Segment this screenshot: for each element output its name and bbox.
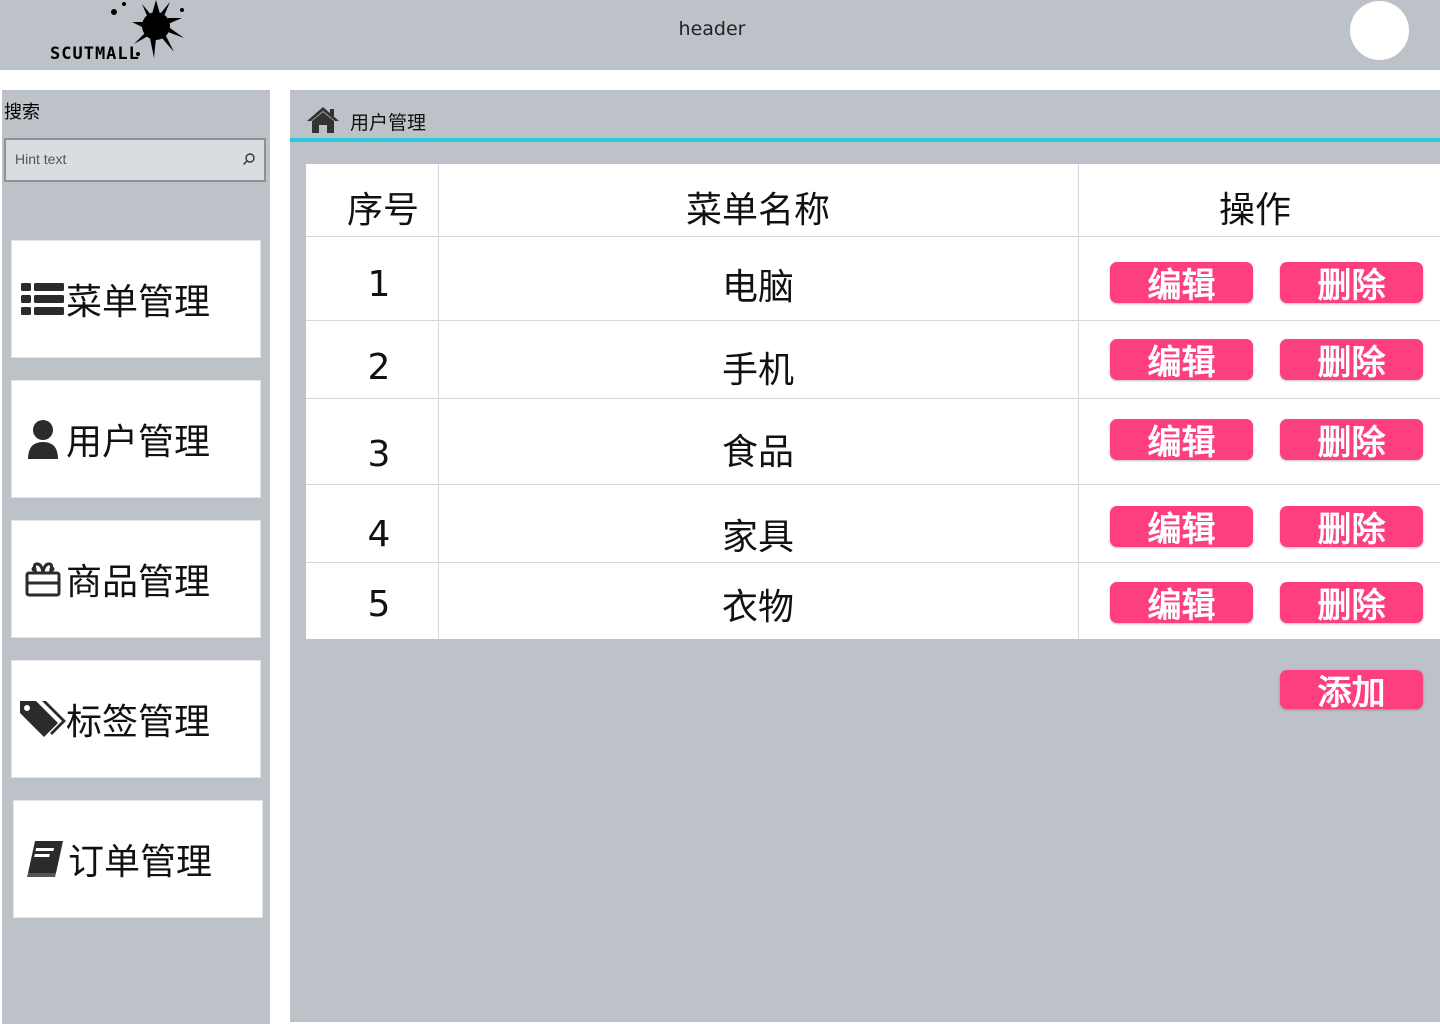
delete-button[interactable]: 删除 — [1280, 262, 1423, 306]
delete-button[interactable]: 删除 — [1280, 506, 1423, 550]
sidebar-item-label: 用户管理 — [66, 422, 211, 463]
sidebar: 搜索 菜单管理 — [2, 90, 270, 1024]
breadcrumb: 用户管理 — [306, 104, 426, 135]
row-name: 手机 — [721, 350, 794, 391]
edit-button[interactable]: 编辑 — [1110, 419, 1253, 463]
edit-button[interactable]: 编辑 — [1110, 339, 1253, 383]
gift-icon — [20, 559, 66, 599]
menu-table: 序号 菜单名称 操作 1 电脑 编辑 删除 2 手机 编辑 删除 3 食品 编辑… — [306, 164, 1440, 639]
column-header-index: 序号 — [346, 190, 419, 231]
sidebar-item-label: 菜单管理 — [66, 282, 211, 323]
sidebar-item-users[interactable]: 用户管理 — [11, 380, 261, 498]
sidebar-item-products[interactable]: 商品管理 — [11, 520, 261, 638]
tags-icon — [20, 699, 66, 739]
row-name: 食品 — [721, 432, 794, 473]
sidebar-item-label: 订单管理 — [68, 842, 213, 883]
search-input[interactable] — [15, 144, 235, 174]
sidebar-item-label: 商品管理 — [66, 562, 211, 603]
row-name: 衣物 — [721, 587, 794, 628]
search-icon[interactable] — [242, 152, 256, 166]
logo-text: SCUTMALL — [50, 44, 140, 64]
breadcrumb-divider — [290, 138, 1440, 142]
search-box — [4, 138, 266, 182]
delete-button[interactable]: 删除 — [1280, 582, 1423, 626]
row-name: 电脑 — [721, 267, 794, 308]
user-icon — [20, 419, 66, 459]
sidebar-item-tags[interactable]: 标签管理 — [11, 660, 261, 778]
header-bar: SCUTMALL header — [0, 0, 1440, 70]
column-header-name: 菜单名称 — [685, 190, 830, 231]
list-icon — [20, 279, 66, 319]
breadcrumb-current: 用户管理 — [350, 112, 427, 134]
edit-button[interactable]: 编辑 — [1110, 506, 1253, 550]
edit-button[interactable]: 编辑 — [1110, 262, 1253, 306]
sidebar-item-label: 标签管理 — [66, 702, 211, 743]
delete-button[interactable]: 删除 — [1280, 339, 1423, 383]
sidebar-item-menu[interactable]: 菜单管理 — [11, 240, 261, 358]
edit-button[interactable]: 编辑 — [1110, 582, 1253, 626]
row-index: 5 — [367, 583, 391, 625]
column-header-actions: 操作 — [1218, 190, 1291, 231]
header-title: header — [678, 18, 746, 40]
book-icon — [22, 839, 68, 879]
row-index: 1 — [367, 263, 391, 305]
main-content: 用户管理 序号 菜单名称 操作 1 电脑 编辑 删除 2 手机 编辑 删除 3 … — [290, 90, 1440, 1022]
search-label: 搜索 — [4, 102, 40, 123]
row-index: 2 — [367, 346, 391, 388]
add-button[interactable]: 添加 — [1280, 670, 1423, 713]
home-icon[interactable] — [306, 106, 340, 134]
delete-button[interactable]: 删除 — [1280, 419, 1423, 463]
sidebar-item-orders[interactable]: 订单管理 — [13, 800, 263, 918]
avatar[interactable] — [1350, 1, 1409, 60]
